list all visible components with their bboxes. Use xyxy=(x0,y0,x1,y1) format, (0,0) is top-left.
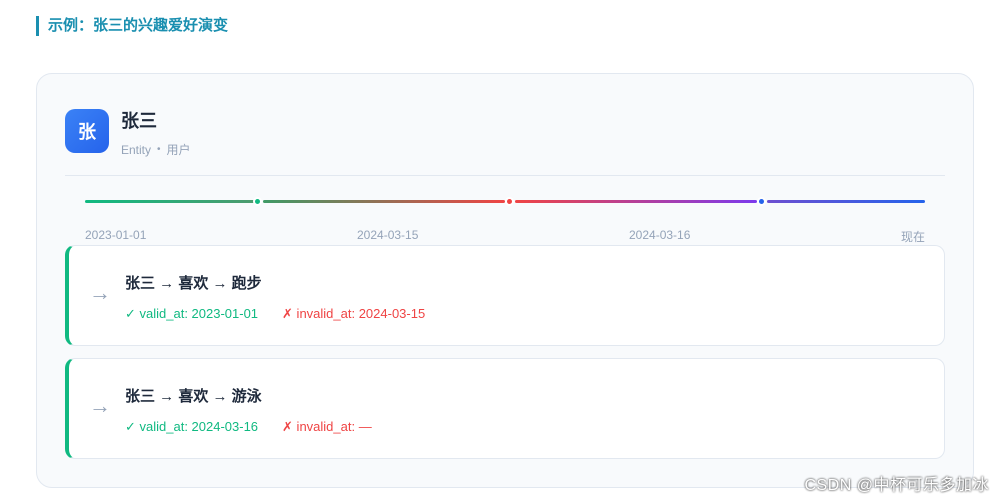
divider xyxy=(65,175,945,176)
avatar: 张 xyxy=(65,109,109,153)
timeline-label-1: 2023-01-01 xyxy=(85,228,147,242)
invalid-at: ✗ invalid_at: — xyxy=(282,419,372,434)
entity-type: Entity xyxy=(121,142,152,157)
timeline-segment-2 xyxy=(263,200,505,203)
timeline-node-1 xyxy=(253,197,262,206)
fact-validity: ✓ valid_at: 2023-01-01 ✗ invalid_at: 202… xyxy=(125,306,425,322)
valid-at: ✓ valid_at: 2023-01-01 xyxy=(125,306,259,321)
timeline-segment-4 xyxy=(767,200,925,203)
fact-validity: ✓ valid_at: 2024-03-16 ✗ invalid_at: — xyxy=(125,419,372,435)
arrow-right-icon: → xyxy=(89,393,111,418)
section-title: 示例：张三的兴趣爱好演变 xyxy=(36,16,228,36)
timeline-segment-3 xyxy=(515,200,757,203)
arrow-right-icon: → xyxy=(89,280,111,305)
watermark: CSDN @中杯可乐多加冰 xyxy=(804,477,989,494)
timeline-label-4: 现在 xyxy=(900,230,925,244)
valid-at: ✓ valid_at: 2024-03-16 xyxy=(125,419,259,434)
entity-name: 张三 xyxy=(121,111,157,131)
timeline-segment-1 xyxy=(85,200,257,203)
entity-category: 用户 xyxy=(166,143,191,157)
fact-item: → 张三 → 喜欢 → 跑步 ✓ valid_at: 2023-01-01 ✗ … xyxy=(65,245,945,346)
entity-card: 张 张三 Entity • 用户 2023-01-01 2024-03-15 2… xyxy=(36,73,974,488)
fact-item: → 张三 → 喜欢 → 游泳 ✓ valid_at: 2024-03-16 ✗ … xyxy=(65,358,945,459)
timeline-node-2 xyxy=(505,197,514,206)
fact-title: 张三 → 喜欢 → 游泳 xyxy=(125,388,262,405)
timeline: 2023-01-01 2024-03-15 2024-03-16 现在 xyxy=(85,194,925,244)
meta-separator: • xyxy=(157,144,161,155)
timeline-node-3 xyxy=(757,197,766,206)
fact-title: 张三 → 喜欢 → 跑步 xyxy=(125,275,262,292)
timeline-label-2: 2024-03-15 xyxy=(357,228,419,242)
entity-header: 张 张三 Entity • 用户 xyxy=(65,108,191,158)
invalid-at: ✗ invalid_at: 2024-03-15 xyxy=(282,306,426,321)
entity-info: 张三 Entity • 用户 xyxy=(121,108,191,158)
entity-meta: Entity • 用户 xyxy=(121,141,191,158)
timeline-label-3: 2024-03-16 xyxy=(629,228,691,242)
